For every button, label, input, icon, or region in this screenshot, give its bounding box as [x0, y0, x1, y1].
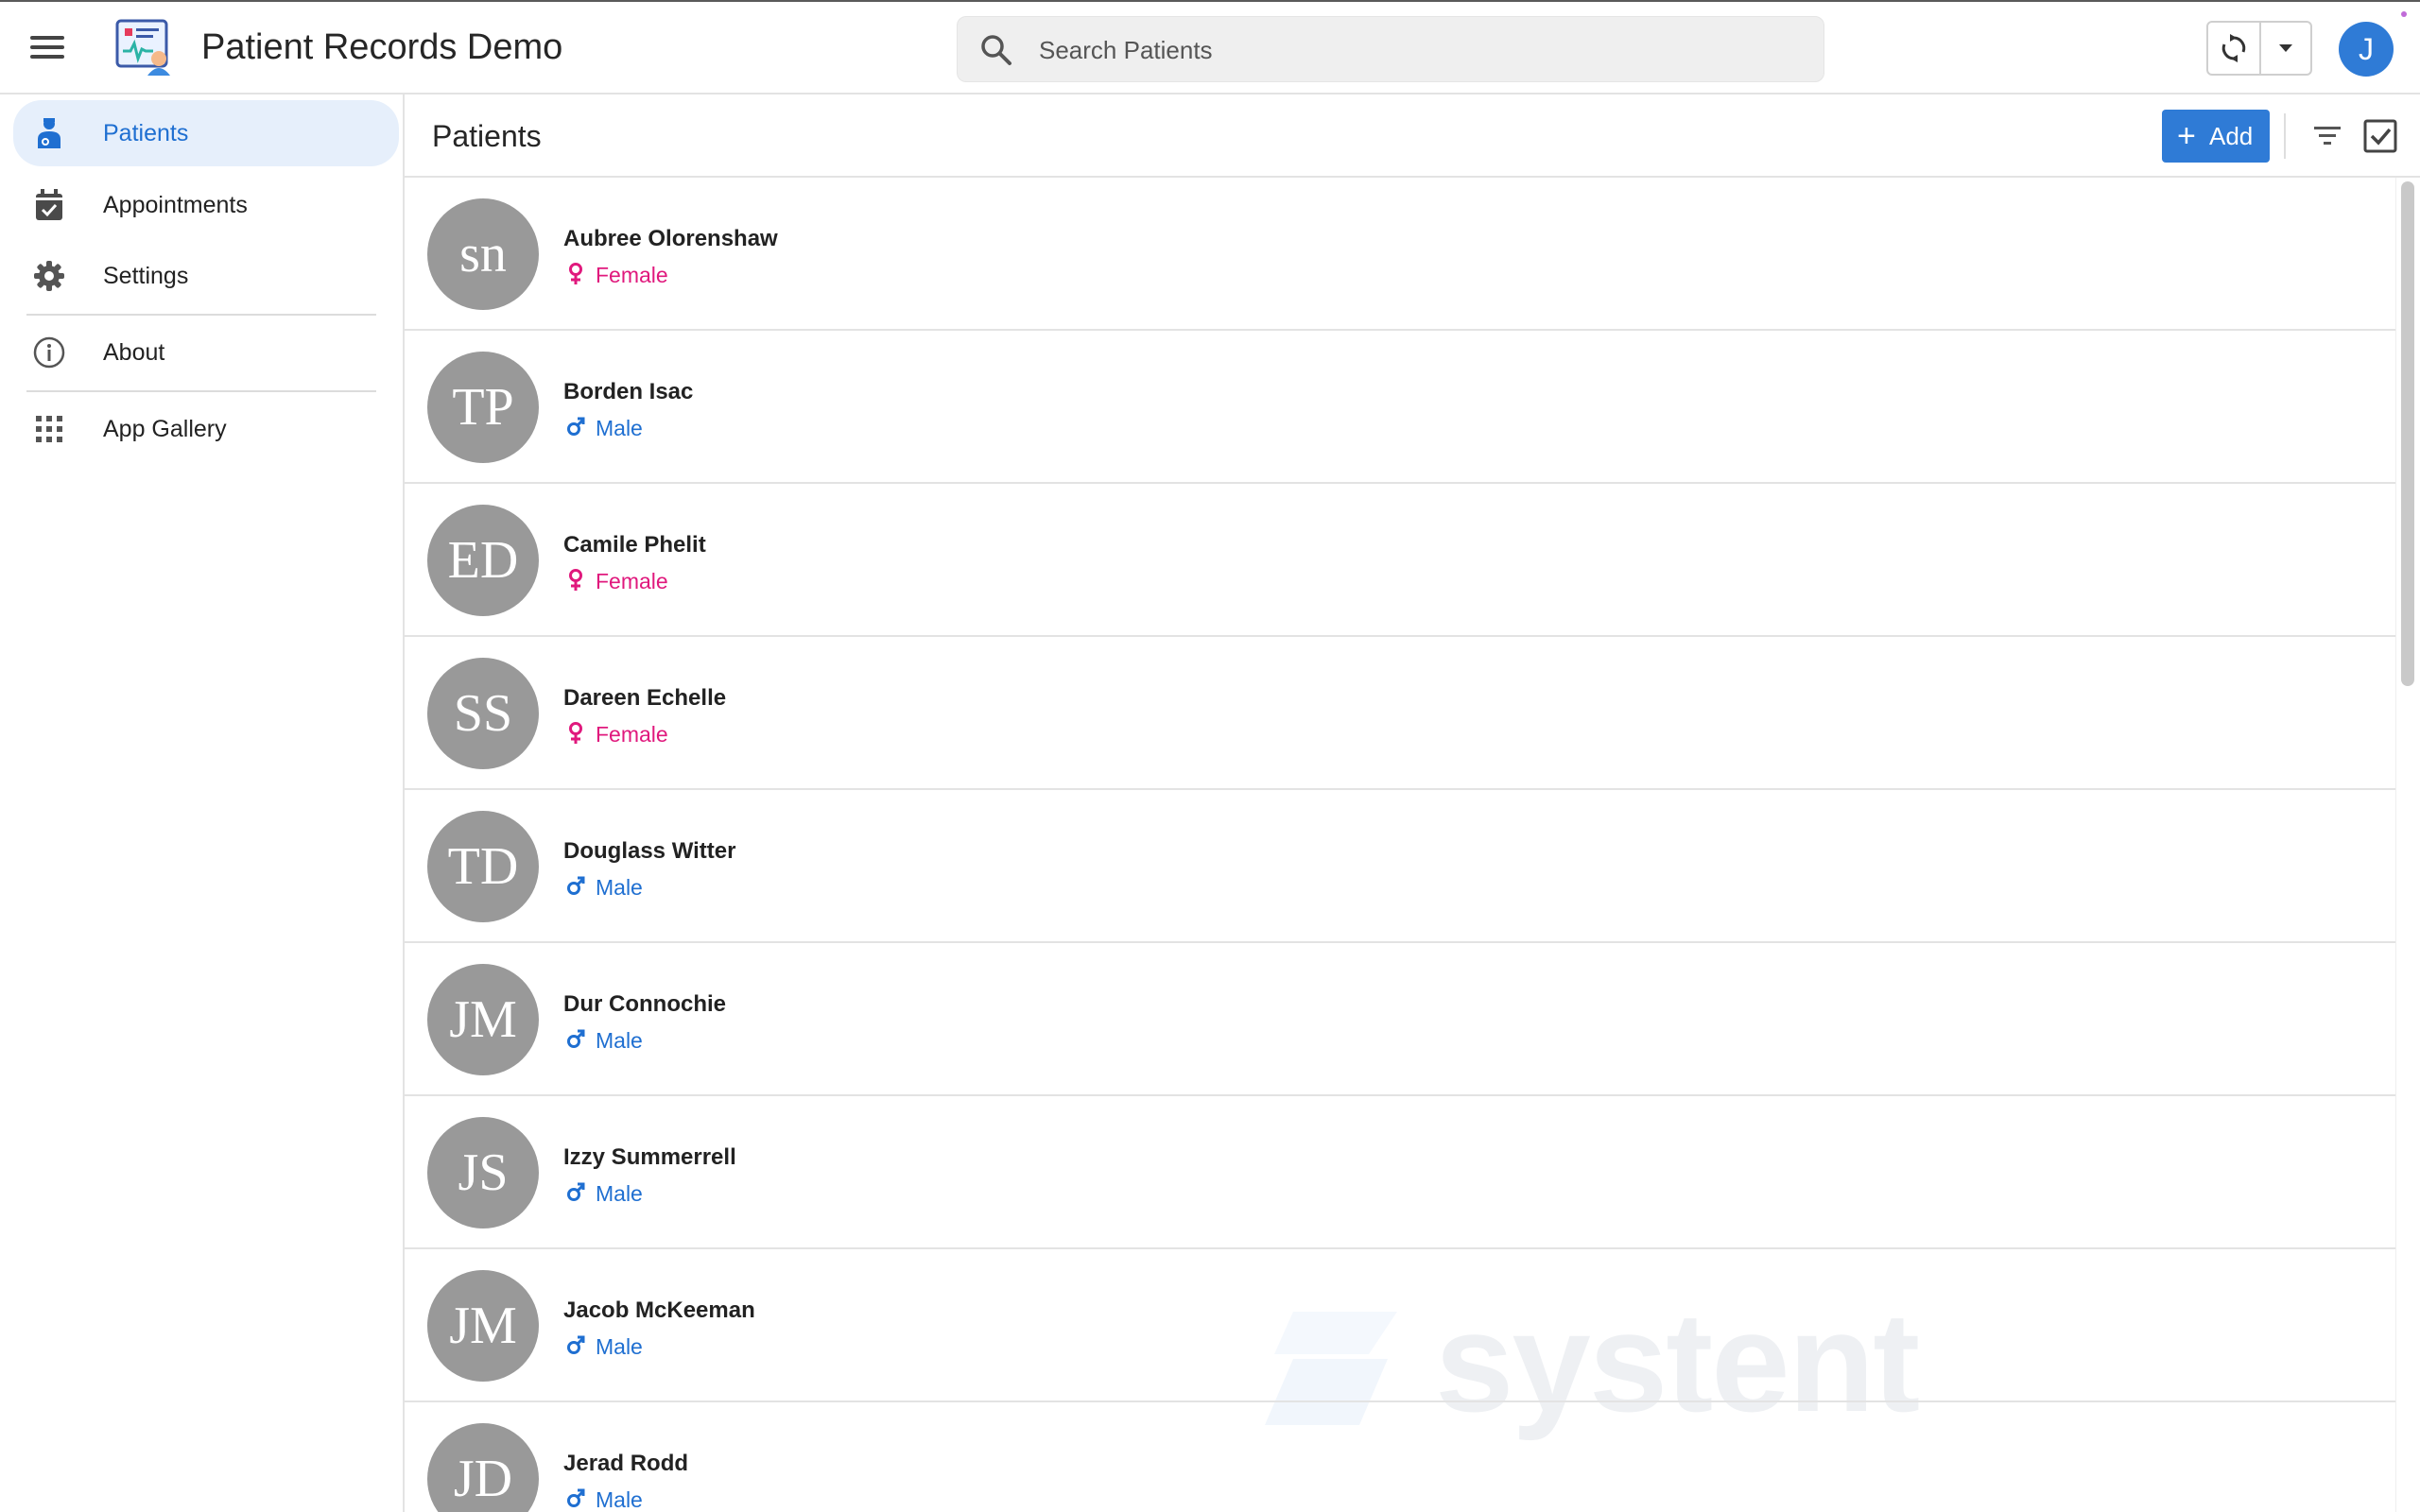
sidebar-divider — [26, 314, 376, 316]
grid-icon — [36, 416, 62, 442]
patient-avatar: sn — [427, 198, 539, 310]
patient-row[interactable]: sn Aubree Olorenshaw Female — [405, 178, 2395, 331]
patient-row[interactable]: JM Dur Connochie Male — [405, 943, 2395, 1096]
app-title: Patient Records Demo — [201, 27, 563, 67]
app-logo-icon — [112, 17, 176, 77]
sidebar-item-label: About — [103, 339, 165, 366]
window-indicator-dot — [2401, 11, 2407, 17]
patient-avatar: SS — [427, 658, 539, 769]
male-icon — [565, 875, 596, 900]
patient-row[interactable]: SS Dareen Echelle Female — [405, 637, 2395, 790]
sidebar-divider — [26, 390, 376, 392]
patient-row[interactable]: ED Camile Phelit Female — [405, 484, 2395, 637]
sync-button-group — [2206, 21, 2312, 76]
patient-avatar: JS — [427, 1117, 539, 1228]
patient-avatar: ED — [427, 505, 539, 616]
hamburger-menu-icon[interactable] — [26, 30, 68, 68]
sidebar-nav: Patients Appointments Settings About App… — [0, 94, 405, 1512]
patient-icon — [38, 118, 60, 148]
gender-label: Female — [596, 722, 668, 747]
list-header: Patients + Add — [405, 94, 2420, 178]
patient-gender: Female — [565, 567, 668, 595]
header-divider — [2284, 113, 2286, 159]
patient-name: Borden Isac — [563, 379, 694, 404]
male-icon — [565, 1028, 596, 1053]
calendar-check-icon — [36, 189, 62, 220]
male-icon — [565, 1334, 596, 1359]
sidebar-item-label: App Gallery — [103, 416, 227, 442]
top-app-bar: Patient Records Demo J — [0, 0, 2420, 94]
patient-row[interactable]: JS Izzy Summerrell Male — [405, 1096, 2395, 1249]
gear-icon — [34, 261, 64, 291]
sidebar-item-about[interactable]: About — [13, 319, 399, 386]
filter-icon[interactable] — [2310, 119, 2344, 153]
gender-label: Male — [596, 1487, 643, 1512]
male-icon — [565, 1487, 596, 1512]
patient-avatar: JM — [427, 964, 539, 1075]
search-icon — [981, 35, 1011, 65]
page-title: Patients — [432, 119, 542, 153]
female-icon — [565, 569, 596, 593]
patient-avatar: JM — [427, 1270, 539, 1382]
sidebar-item-label: Patients — [103, 120, 189, 146]
plus-icon: + — [2177, 118, 2196, 154]
main-content: Patients + Add systent sn Aubree Olorensh… — [405, 94, 2420, 1512]
patient-gender: Male — [565, 1026, 643, 1055]
patient-row[interactable]: TP Borden Isac Male — [405, 331, 2395, 484]
sidebar-item-app-gallery[interactable]: App Gallery — [13, 396, 399, 462]
patient-gender: Male — [565, 873, 643, 902]
info-icon — [33, 336, 65, 369]
gender-label: Male — [596, 416, 643, 440]
sync-button[interactable] — [2208, 23, 2261, 74]
patient-name: Douglass Witter — [563, 838, 736, 864]
patient-avatar: JD — [427, 1423, 539, 1512]
gender-label: Male — [596, 1334, 643, 1359]
male-icon — [565, 1181, 596, 1206]
patient-gender: Male — [565, 1332, 643, 1361]
patient-gender: Male — [565, 1486, 643, 1512]
patient-row[interactable]: JM Jacob McKeeman Male — [405, 1249, 2395, 1402]
search-input[interactable] — [1039, 26, 1795, 74]
patient-gender: Male — [565, 1179, 643, 1208]
search-bar — [957, 16, 1824, 82]
sidebar-item-settings[interactable]: Settings — [13, 243, 399, 309]
patient-list: systent sn Aubree Olorenshaw Female TP Borde… — [405, 178, 2395, 1512]
scrollbar-thumb[interactable] — [2401, 181, 2414, 686]
patient-name: Jerad Rodd — [563, 1451, 689, 1476]
gender-label: Female — [596, 263, 668, 287]
sidebar-item-patients[interactable]: Patients — [13, 100, 399, 166]
patient-name: Jacob McKeeman — [563, 1297, 755, 1323]
add-button-label: Add — [2209, 122, 2254, 150]
male-icon — [565, 416, 596, 440]
patient-name: Dareen Echelle — [563, 685, 727, 711]
caret-down-icon — [2279, 44, 2292, 52]
patient-avatar: TP — [427, 352, 539, 463]
sync-icon — [2221, 34, 2246, 62]
patient-name: Dur Connochie — [563, 991, 726, 1017]
patient-name: Aubree Olorenshaw — [563, 226, 778, 251]
gender-label: Male — [596, 1181, 643, 1206]
sidebar-item-appointments[interactable]: Appointments — [13, 172, 399, 238]
patient-gender: Female — [565, 261, 668, 289]
patient-avatar: TD — [427, 811, 539, 922]
patient-name: Camile Phelit — [563, 532, 706, 558]
patient-name: Izzy Summerrell — [563, 1144, 736, 1170]
gender-label: Female — [596, 569, 668, 593]
patient-gender: Male — [565, 414, 643, 442]
sidebar-item-label: Appointments — [103, 192, 248, 218]
add-patient-button[interactable]: + Add — [2162, 110, 2270, 163]
select-checkbox-icon[interactable] — [2361, 117, 2399, 155]
female-icon — [565, 263, 596, 287]
patient-gender: Female — [565, 720, 668, 748]
user-avatar[interactable]: J — [2339, 22, 2394, 77]
gender-label: Male — [596, 1028, 643, 1053]
sync-dropdown-button[interactable] — [2261, 23, 2310, 74]
female-icon — [565, 722, 596, 747]
patient-row[interactable]: TD Douglass Witter Male — [405, 790, 2395, 943]
patient-row[interactable]: JD Jerad Rodd Male — [405, 1402, 2395, 1512]
gender-label: Male — [596, 875, 643, 900]
sidebar-item-label: Settings — [103, 263, 189, 289]
